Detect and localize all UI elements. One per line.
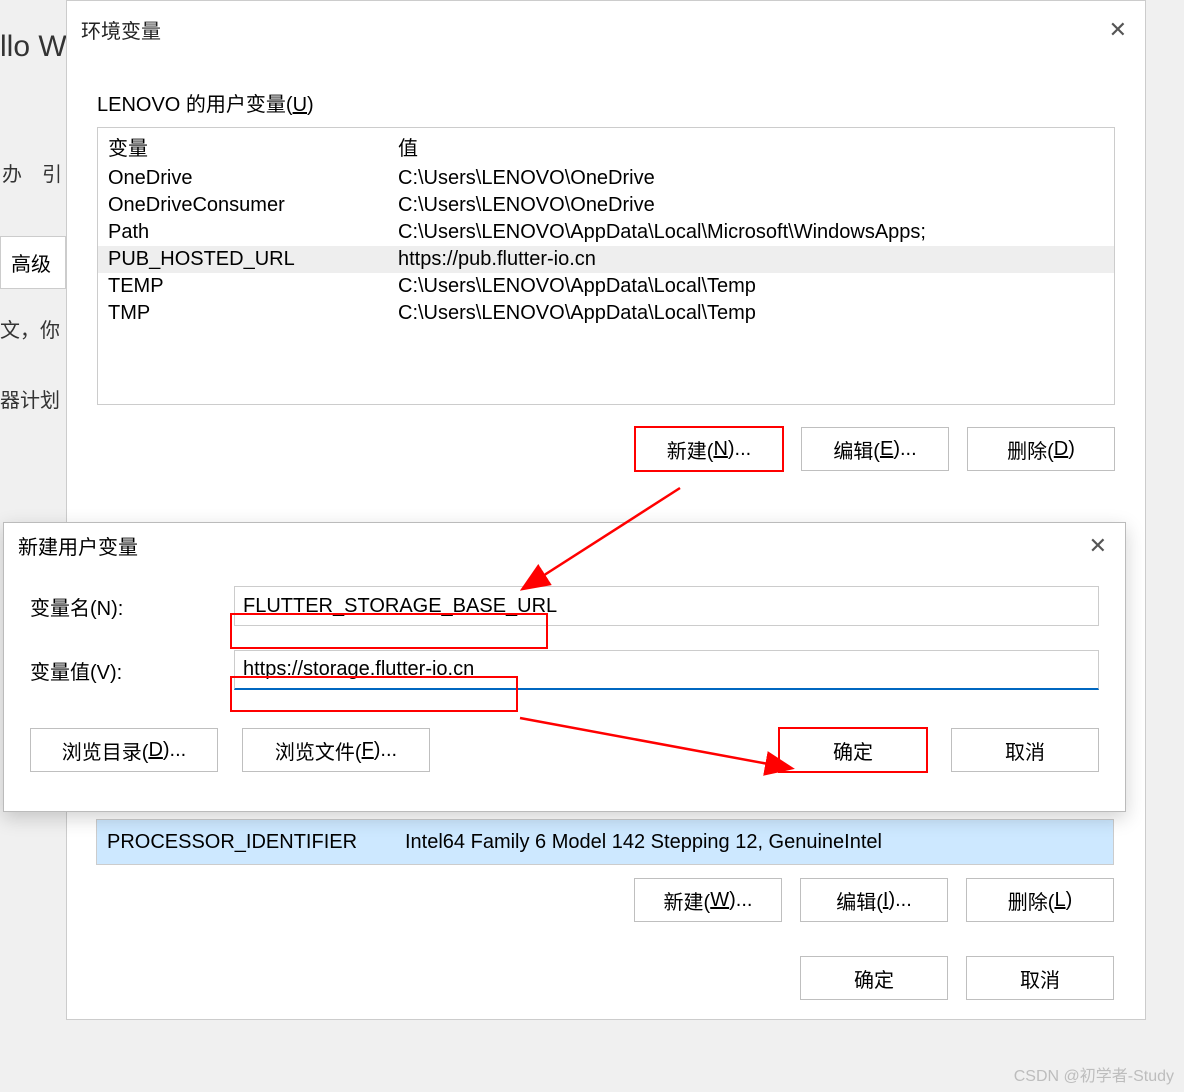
user-var-name: TEMP — [98, 273, 388, 300]
env-cancel-button[interactable]: 取消 — [966, 956, 1114, 1000]
list-header-name[interactable]: 变量 — [98, 128, 388, 165]
user-vars-listview[interactable]: 变量 值 OneDriveC:\Users\LENOVO\OneDriveOne… — [97, 127, 1115, 405]
browse-file-button[interactable]: 浏览文件(F)... — [242, 728, 430, 772]
close-icon[interactable]: ✕ — [1085, 533, 1111, 559]
bg-text: 文，你 — [0, 314, 60, 343]
new-user-var-dialog: 新建用户变量 ✕ 变量名(N): 变量值(V): 浏览目录(D)... 浏览文件… — [3, 522, 1126, 812]
bg-text: llo W — [0, 30, 67, 64]
user-var-row[interactable]: PathC:\Users\LENOVO\AppData\Local\Micros… — [98, 219, 1114, 246]
system-var-row-selected[interactable]: PROCESSOR_IDENTIFIER Intel64 Family 6 Mo… — [96, 819, 1114, 865]
user-var-name: OneDriveConsumer — [98, 192, 388, 219]
user-var-value: C:\Users\LENOVO\AppData\Local\Temp — [388, 300, 1114, 327]
user-var-row[interactable]: OneDriveConsumerC:\Users\LENOVO\OneDrive — [98, 192, 1114, 219]
system-var-name: PROCESSOR_IDENTIFIER — [97, 831, 399, 854]
delete-system-var-button[interactable]: 删除(L) — [966, 878, 1114, 922]
user-var-name: PUB_HOSTED_URL — [98, 246, 388, 273]
user-var-value: C:\Users\LENOVO\OneDrive — [388, 165, 1114, 192]
new-user-var-button[interactable]: 新建(N)... — [635, 427, 783, 471]
new-var-dialog-title: 新建用户变量 — [18, 531, 138, 560]
watermark: CSDN @初学者-Study — [1014, 1062, 1174, 1086]
user-var-value: C:\Users\LENOVO\AppData\Local\Microsoft\… — [388, 219, 1114, 246]
var-value-input[interactable] — [234, 650, 1099, 690]
bg-text: 器计划 — [0, 384, 60, 413]
var-value-label: 变量值(V): — [30, 656, 234, 685]
bg-text: 引 — [42, 158, 62, 187]
edit-user-var-button[interactable]: 编辑(E)... — [801, 427, 949, 471]
user-vars-section-label: LENOVO 的用户变量(U) — [67, 52, 1145, 127]
new-var-ok-button[interactable]: 确定 — [779, 728, 927, 772]
var-name-label: 变量名(N): — [30, 592, 234, 621]
user-var-value: C:\Users\LENOVO\OneDrive — [388, 192, 1114, 219]
bg-tab: 高级 — [0, 236, 66, 289]
var-name-input[interactable] — [234, 586, 1099, 626]
browse-dir-button[interactable]: 浏览目录(D)... — [30, 728, 218, 772]
env-vars-dialog: 环境变量 ✕ LENOVO 的用户变量(U) 变量 值 OneDriveC:\U… — [66, 0, 1146, 1020]
user-var-name: OneDrive — [98, 165, 388, 192]
delete-user-var-button[interactable]: 删除(D) — [967, 427, 1115, 471]
new-system-var-button[interactable]: 新建(W)... — [634, 878, 782, 922]
edit-system-var-button[interactable]: 编辑(I)... — [800, 878, 948, 922]
user-var-row[interactable]: PUB_HOSTED_URLhttps://pub.flutter-io.cn — [98, 246, 1114, 273]
bg-text: 办 — [2, 158, 22, 187]
user-var-name: Path — [98, 219, 388, 246]
env-ok-button[interactable]: 确定 — [800, 956, 948, 1000]
user-var-value: https://pub.flutter-io.cn — [388, 246, 1114, 273]
list-header-value[interactable]: 值 — [388, 128, 1114, 165]
user-var-row[interactable]: TMPC:\Users\LENOVO\AppData\Local\Temp — [98, 300, 1114, 327]
new-var-cancel-button[interactable]: 取消 — [951, 728, 1099, 772]
user-var-row[interactable]: TEMPC:\Users\LENOVO\AppData\Local\Temp — [98, 273, 1114, 300]
user-var-value: C:\Users\LENOVO\AppData\Local\Temp — [388, 273, 1114, 300]
user-var-row[interactable]: OneDriveC:\Users\LENOVO\OneDrive — [98, 165, 1114, 192]
close-icon[interactable]: ✕ — [1105, 17, 1131, 43]
user-var-name: TMP — [98, 300, 388, 327]
dialog-title: 环境变量 — [81, 15, 161, 44]
system-var-value: Intel64 Family 6 Model 142 Stepping 12, … — [399, 831, 1113, 854]
